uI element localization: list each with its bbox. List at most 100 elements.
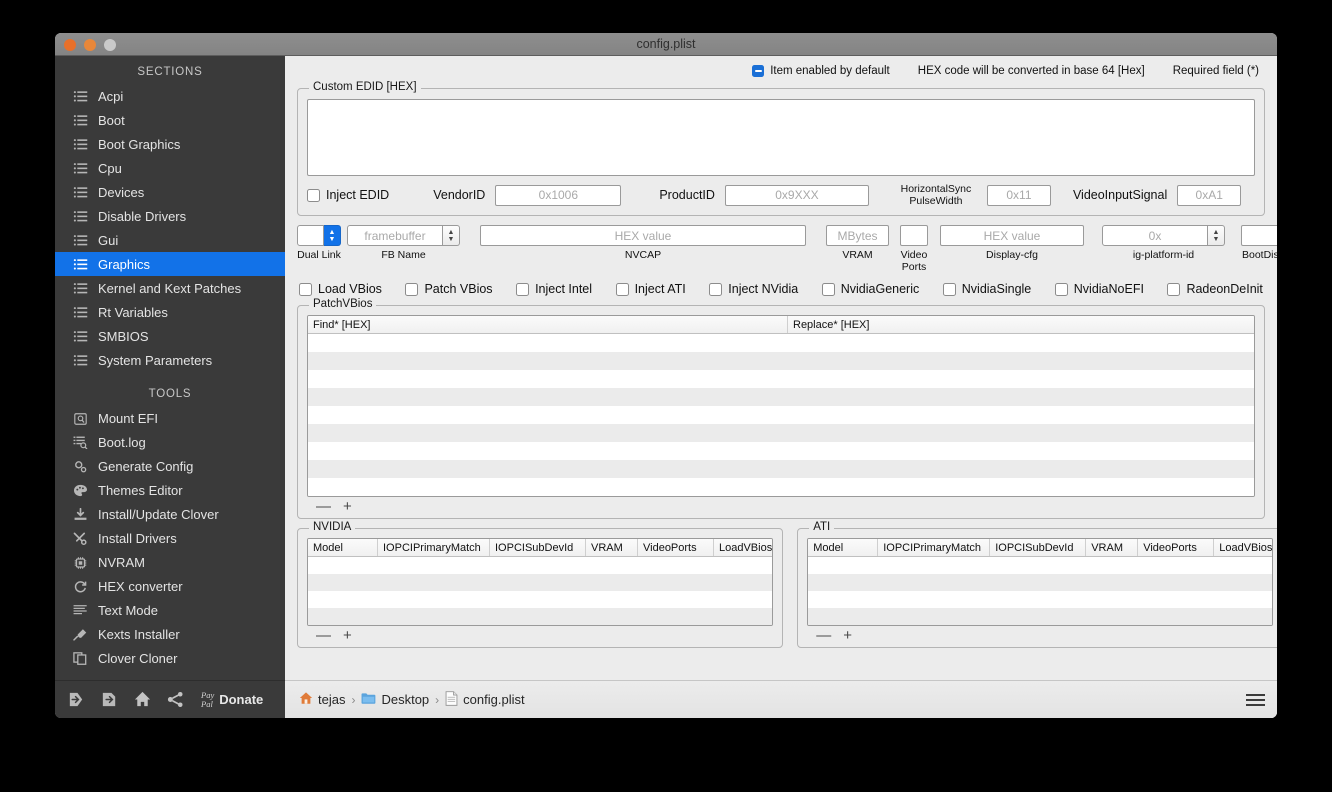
sidebar-item-kernel-and-kext-patches[interactable]: Kernel and Kext Patches [55,276,285,300]
checkbox-inject-nvidia[interactable]: Inject NVidia [709,282,798,296]
vram-input[interactable]: MBytes [826,225,889,246]
sidebar-item-acpi[interactable]: Acpi [55,84,285,108]
dual-link-stepper[interactable]: ▲ ▼ [324,225,341,246]
ig-platform-id-stepper[interactable]: ▲ ▼ [1208,225,1225,246]
sidebar-tool-nvram[interactable]: NVRAM [55,550,285,574]
ig-platform-id-combo[interactable]: 0x ▲ ▼ [1102,225,1225,246]
sidebar-scroll[interactable]: SECTIONS Acpi Boot Boot Graphics Cpu Dev… [55,56,285,680]
table-row[interactable] [808,574,1273,591]
hamburger-icon[interactable] [1246,693,1265,706]
table-row[interactable] [308,370,1254,388]
inject-edid-checkbox-wrap[interactable]: Inject EDID [307,188,389,202]
sidebar-tool-kexts-installer[interactable]: Kexts Installer [55,622,285,646]
checkbox-box[interactable] [1054,282,1068,296]
checkbox-box[interactable] [615,282,629,296]
checkbox-box[interactable] [1167,282,1181,296]
table-row[interactable] [808,557,1273,574]
vendorid-input[interactable]: 0x1006 [495,184,622,206]
column-header[interactable]: IOPCISubDevId [990,539,1087,556]
sidebar-tool-generate-config[interactable]: Generate Config [55,454,285,478]
window-controls[interactable] [64,39,116,51]
nvidia-table[interactable]: Model IOPCIPrimaryMatch IOPCISubDevId VRAM V… [307,538,774,626]
column-header[interactable]: IOPCIPrimaryMatch [378,539,490,556]
inject-edid-checkbox[interactable] [307,188,320,202]
sidebar-tool-text-mode[interactable]: Text Mode [55,598,285,622]
custom-edid-textarea[interactable] [307,99,1255,176]
table-row[interactable] [808,591,1273,608]
column-header[interactable]: Model [308,539,378,556]
horizontalsync-input[interactable]: 0x11 [986,184,1051,206]
dual-link-input[interactable] [297,225,324,246]
sidebar-tool-boot-log[interactable]: Boot.log [55,430,285,454]
column-header[interactable]: IOPCIPrimaryMatch [878,539,991,556]
home-icon[interactable] [133,690,152,709]
patchvbios-remove-button[interactable]: — [316,499,331,514]
sidebar-item-boot[interactable]: Boot [55,108,285,132]
sidebar-item-system-parameters[interactable]: System Parameters [55,348,285,372]
table-row[interactable] [308,388,1254,406]
table-row[interactable] [308,574,773,591]
import-icon[interactable] [67,690,86,709]
checkbox-box[interactable] [709,282,723,296]
nvidia-table-body[interactable] [308,557,773,625]
fb-name-input[interactable]: framebuffer [347,225,443,246]
table-row[interactable] [308,557,773,574]
patchvbios-table-body[interactable] [308,334,1254,496]
ati-add-button[interactable]: + [843,628,852,643]
ati-row-controls[interactable]: — + [807,626,1273,643]
productid-input[interactable]: 0x9XXX [724,184,869,206]
column-header[interactable]: Model [808,539,879,556]
table-row[interactable] [808,608,1273,625]
sidebar-tool-install-drivers[interactable]: Install Drivers [55,526,285,550]
sidebar-item-graphics[interactable]: Graphics [55,252,285,276]
sidebar-item-gui[interactable]: Gui [55,228,285,252]
table-row[interactable] [308,460,1254,478]
ati-table-body[interactable] [808,557,1273,625]
checkbox-box[interactable] [299,282,312,296]
checkbox-radeondeinit[interactable]: RadeonDeInit [1167,282,1263,296]
display-cfg-input[interactable]: HEX value [940,225,1084,246]
column-header[interactable]: IOPCISubDevId [490,539,586,556]
zoom-button-icon[interactable] [104,39,116,51]
checkbox-load-vbios[interactable]: Load VBios [299,282,382,296]
export-icon[interactable] [100,690,119,709]
checkbox-box[interactable] [516,282,530,296]
checkbox-nvidianoefi[interactable]: NvidiaNoEFI [1054,282,1144,296]
fb-name-stepper[interactable]: ▲ ▼ [443,225,460,246]
column-header[interactable]: VRAM [1086,539,1139,556]
breadcrumb-item[interactable]: config.plist [445,690,525,709]
sidebar-tool-hex-converter[interactable]: HEX converter [55,574,285,598]
column-header[interactable]: VideoPorts [1138,539,1215,556]
table-row[interactable] [308,442,1254,460]
column-header[interactable]: Find* [HEX] [308,316,788,333]
nvidia-remove-button[interactable]: — [316,628,331,643]
table-row[interactable] [308,478,1254,496]
table-row[interactable] [308,608,773,625]
table-row[interactable] [308,352,1254,370]
sidebar-item-rt-variables[interactable]: Rt Variables [55,300,285,324]
dual-link-combo[interactable]: ▲ ▼ [297,225,341,246]
ati-remove-button[interactable]: — [816,628,831,643]
patchvbios-table[interactable]: Find* [HEX] Replace* [HEX] [307,315,1255,497]
table-row[interactable] [308,591,773,608]
column-header[interactable]: Replace* [HEX] [788,316,869,333]
donate-button[interactable]: Pay Pal Donate [201,690,263,709]
table-row[interactable] [308,424,1254,442]
checkbox-inject-intel[interactable]: Inject Intel [516,282,592,296]
sidebar-item-boot-graphics[interactable]: Boot Graphics [55,132,285,156]
sidebar-tool-install-update-clover[interactable]: Install/Update Clover [55,502,285,526]
breadcrumb-item[interactable]: Desktop [361,692,429,708]
nvidia-add-button[interactable]: + [343,628,352,643]
checkbox-box[interactable] [942,282,956,296]
checkbox-inject-ati[interactable]: Inject ATI [615,282,686,296]
ig-platform-id-input[interactable]: 0x [1102,225,1208,246]
sidebar-item-cpu[interactable]: Cpu [55,156,285,180]
videoinputsignal-input[interactable]: 0xA1 [1177,184,1242,206]
sidebar-item-disable-drivers[interactable]: Disable Drivers [55,204,285,228]
sidebar-tool-themes-editor[interactable]: Themes Editor [55,478,285,502]
patchvbios-add-button[interactable]: + [343,499,352,514]
sidebar-item-devices[interactable]: Devices [55,180,285,204]
video-ports-input[interactable] [900,225,928,246]
nvidia-row-controls[interactable]: — + [307,626,773,643]
checkbox-nvidiageneric[interactable]: NvidiaGeneric [821,282,919,296]
